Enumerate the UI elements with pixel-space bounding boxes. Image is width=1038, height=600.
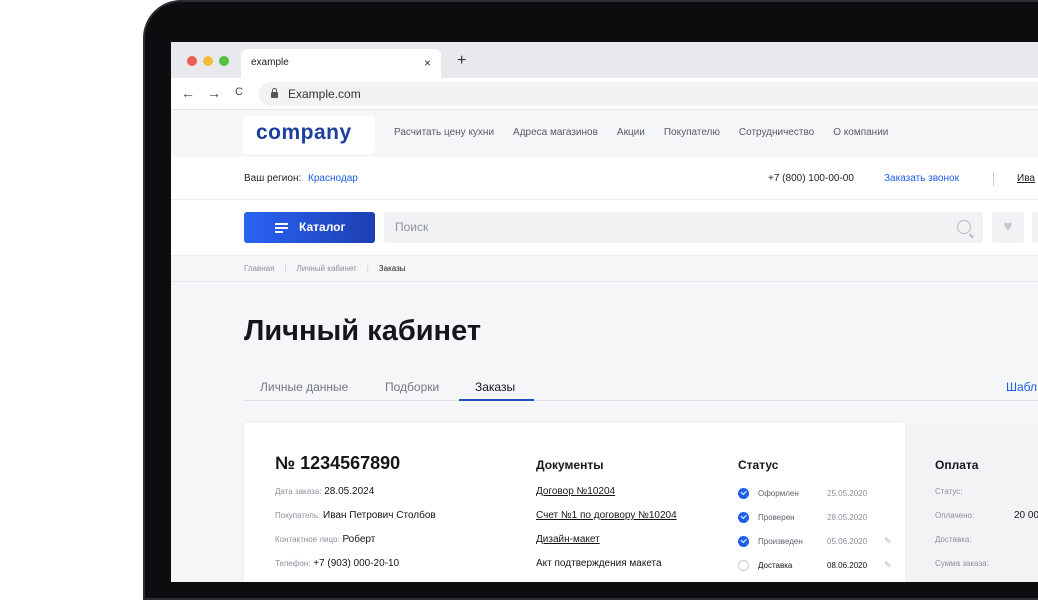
new-tab-icon[interactable]: + xyxy=(457,52,466,70)
document-link-invoice[interactable]: Счет №1 по договору №10204 xyxy=(536,510,677,521)
templates-link[interactable]: Шабл xyxy=(1006,380,1037,394)
search-placeholder: Поиск xyxy=(395,220,429,234)
tab-orders[interactable]: Заказы xyxy=(475,380,515,394)
top-menu: Расчитать цену кухни Адреса магазинов Ак… xyxy=(394,127,888,138)
close-tab-icon[interactable]: × xyxy=(424,56,431,70)
check-circle-icon xyxy=(738,488,749,499)
address-bar: ← → C Example.com xyxy=(171,78,1038,110)
forward-arrow-icon[interactable]: → xyxy=(207,85,221,101)
search-icon[interactable] xyxy=(957,220,971,234)
breadcrumb-account[interactable]: Личный кабинет xyxy=(297,264,357,273)
catalog-label: Каталог xyxy=(299,220,346,234)
status-step: Доставка 08.06.2020 ✎ xyxy=(738,560,898,572)
site-header: company Расчитать цену кухни Адреса мага… xyxy=(171,110,1038,157)
check-circle-icon xyxy=(738,536,749,547)
info-bar: Ваш регион: Краснодар +7 (800) 100-00-00… xyxy=(171,157,1038,200)
catalog-button[interactable]: Каталог xyxy=(244,212,375,243)
status-title: Статус xyxy=(738,458,779,472)
payment-status-row: Статус: xyxy=(935,487,963,496)
breadcrumb-separator: | xyxy=(366,264,369,273)
search-input[interactable]: Поиск xyxy=(384,212,983,243)
url-field[interactable]: Example.com xyxy=(259,82,1038,106)
close-window-button[interactable] xyxy=(187,56,197,66)
minimize-window-button[interactable] xyxy=(203,56,213,66)
browser-window: example × + ← → C Example.com company Ра… xyxy=(171,42,1038,582)
company-logo[interactable]: company xyxy=(243,116,375,154)
payment-paid-row: Оплачено: 20 00 xyxy=(935,510,1038,521)
lock-icon xyxy=(271,88,278,98)
window-controls xyxy=(187,56,229,66)
document-link-design[interactable]: Дизайн-макет xyxy=(536,534,600,545)
document-link-contract[interactable]: Договор №10204 xyxy=(536,486,615,497)
active-tab-indicator xyxy=(459,399,534,401)
menu-icon xyxy=(275,223,288,233)
empty-circle-icon xyxy=(738,560,749,571)
breadcrumb-orders: Заказы xyxy=(378,264,406,273)
tab-title: example xyxy=(251,57,289,68)
edit-pencil-icon[interactable]: ✎ xyxy=(884,560,892,571)
breadcrumb: Главная | Личный кабинет | Заказы xyxy=(244,264,406,273)
region-link[interactable]: Краснодар xyxy=(308,173,358,184)
divider xyxy=(171,281,1038,282)
status-step: Оформлен 25.05.2020 xyxy=(738,488,898,500)
favorites-button[interactable]: ♥ xyxy=(992,212,1024,243)
status-step: Проверен 28.05.2020 xyxy=(738,512,898,524)
page-title: Личный кабинет xyxy=(244,315,482,347)
order-number: № 1234567890 xyxy=(275,453,401,473)
reload-icon[interactable]: C xyxy=(235,86,243,98)
payment-panel: Оплата Статус: Оплачено: 20 00 Доставка: … xyxy=(905,423,1038,582)
menu-item-about[interactable]: О компании xyxy=(833,127,888,138)
region-label: Ваш регион: xyxy=(244,173,302,184)
order-date: Дата заказа: 28.05.2024 xyxy=(275,486,375,497)
order-contact: Контактное лицо: Роберт xyxy=(275,534,376,545)
check-circle-icon xyxy=(738,512,749,523)
breadcrumb-home[interactable]: Главная xyxy=(244,264,274,273)
callback-link[interactable]: Заказать звонок xyxy=(884,173,959,184)
order-card: № 1234567890 Дата заказа: 28.05.2024 Пок… xyxy=(244,423,905,582)
order-phone: Телефон: +7 (903) 000-20-10 xyxy=(275,558,400,569)
document-link-approval-act[interactable]: Акт подтверждения макета xyxy=(536,558,662,569)
back-arrow-icon[interactable]: ← xyxy=(181,85,195,101)
menu-item-cooperation[interactable]: Сотрудничество xyxy=(739,127,814,138)
cart-button[interactable] xyxy=(1032,212,1038,243)
user-account-link[interactable]: Ива xyxy=(1017,173,1035,184)
heart-icon: ♥ xyxy=(1003,218,1013,235)
menu-item-customers[interactable]: Покупателю xyxy=(664,127,720,138)
tab-collections[interactable]: Подборки xyxy=(385,380,439,394)
payment-title: Оплата xyxy=(935,458,979,472)
region-selector: Ваш регион: Краснодар xyxy=(244,173,358,184)
account-tabs: Личные данные Подборки Заказы Шабл xyxy=(244,375,1038,401)
phone-number[interactable]: +7 (800) 100-00-00 xyxy=(768,173,854,184)
breadcrumb-separator: | xyxy=(284,264,287,273)
status-step: Произведен 05.06.2020 ✎ xyxy=(738,536,898,548)
search-bar: Каталог Поиск ♥ xyxy=(171,200,1038,256)
order-customer: Покупатель: Иван Петрович Столбов xyxy=(275,510,436,521)
payment-delivery-row: Доставка: xyxy=(935,535,972,544)
menu-item-kitchen-price[interactable]: Расчитать цену кухни xyxy=(394,127,494,138)
edit-pencil-icon[interactable]: ✎ xyxy=(884,536,892,547)
tab-bar: example × + xyxy=(171,42,1038,78)
browser-tab[interactable]: example × xyxy=(241,49,441,78)
url-text: Example.com xyxy=(288,87,361,101)
menu-item-stores[interactable]: Адреса магазинов xyxy=(513,127,598,138)
maximize-window-button[interactable] xyxy=(219,56,229,66)
tab-personal-data[interactable]: Личные данные xyxy=(260,380,348,394)
divider xyxy=(993,172,994,186)
documents-title: Документы xyxy=(536,458,604,472)
menu-item-promotions[interactable]: Акции xyxy=(617,127,645,138)
